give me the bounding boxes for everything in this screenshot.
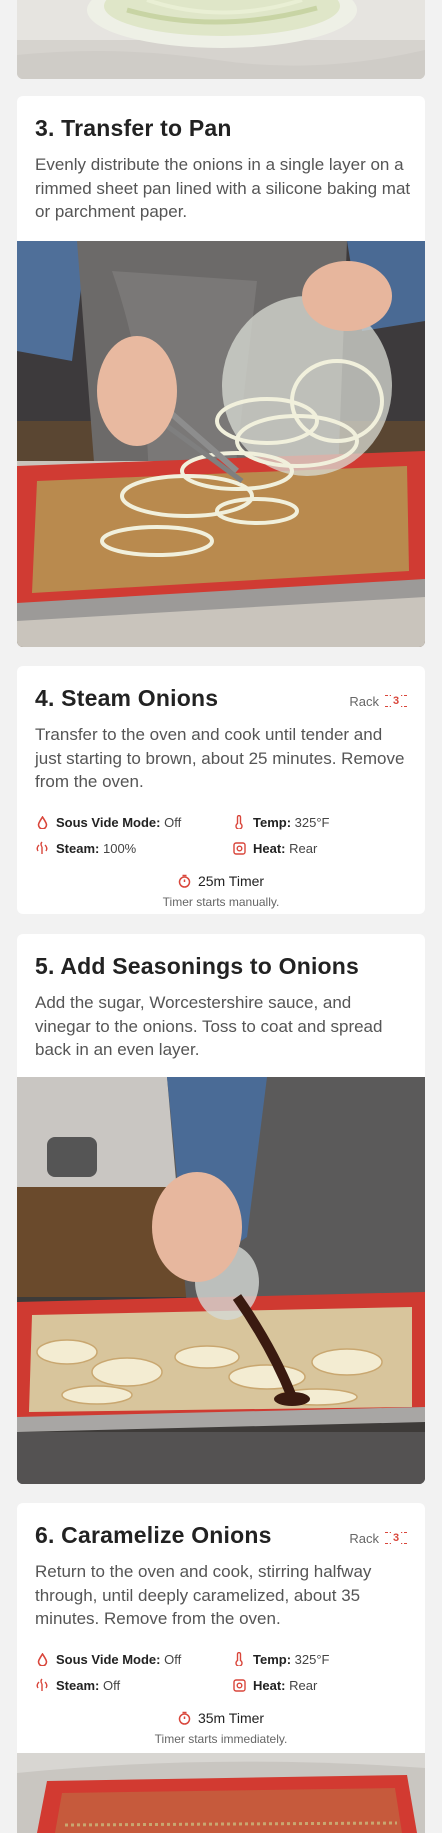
- pouring-sauce-photo: [17, 1077, 425, 1484]
- step-description: Transfer to the oven and cook until tend…: [35, 725, 405, 791]
- top-photo-card: [17, 0, 425, 79]
- timer-note: Timer starts immediately.: [154, 1732, 288, 1746]
- step-3-card: 3. Transfer to Pan Evenly distribute the…: [17, 96, 425, 647]
- step-title: 6. Caramelize Onions: [35, 1522, 272, 1548]
- step-description: Return to the oven and cook, stirring ha…: [35, 1562, 372, 1628]
- oven-settings: Sous Vide Mode: Off Temp: 325°F Steam: 1…: [35, 814, 415, 856]
- timer-block[interactable]: 25m Timer Timer starts manually.: [17, 873, 425, 909]
- heat-setting: Heat: Rear: [232, 1677, 415, 1693]
- stopwatch-icon: [178, 874, 192, 888]
- stopwatch-icon: [178, 1711, 192, 1725]
- step-title: 3. Transfer to Pan: [35, 115, 232, 141]
- step-title: 5. Add Seasonings to Onions: [35, 953, 360, 979]
- step-description: Evenly distribute the onions in a single…: [35, 155, 411, 221]
- step-title: 4. Steam Onions: [35, 685, 219, 711]
- onions-in-bowl-photo: [17, 0, 425, 79]
- step-description: Add the sugar, Worcestershire sauce, and…: [35, 993, 383, 1059]
- heat-setting: Heat: Rear: [232, 840, 415, 856]
- rack-indicator: Rack 3: [349, 692, 407, 710]
- sous-vide-setting: Sous Vide Mode: Off: [35, 1651, 232, 1667]
- rack-indicator: Rack 3: [349, 1529, 407, 1547]
- rack-label: Rack: [349, 1530, 379, 1546]
- steam-icon: [35, 841, 49, 855]
- onions-onto-sheet-pan-photo: [17, 241, 425, 647]
- timer-note: Timer starts manually.: [162, 895, 280, 909]
- heat-element-icon: [232, 1678, 246, 1692]
- timer-label[interactable]: 25m Timer: [198, 873, 264, 889]
- rack-label: Rack: [349, 693, 379, 709]
- water-drop-icon: [35, 815, 49, 829]
- sous-vide-setting: Sous Vide Mode: Off: [35, 814, 232, 830]
- step-5-card: 5. Add Seasonings to Onions Add the suga…: [17, 934, 425, 1484]
- steam-setting: Steam: 100%: [35, 840, 232, 856]
- temp-setting: Temp: 325°F: [232, 814, 415, 830]
- step-6-card: 6. Caramelize Onions Rack 3 Return to th…: [17, 1503, 425, 1833]
- steam-icon: [35, 1678, 49, 1692]
- steam-setting: Steam: Off: [35, 1677, 232, 1693]
- rack-position-icon: 3: [385, 692, 407, 710]
- water-drop-icon: [35, 1652, 49, 1666]
- step-4-card: 4. Steam Onions Rack 3 Transfer to the o…: [17, 666, 425, 914]
- rack-position-icon: 3: [385, 1529, 407, 1547]
- caramelized-onions-photo: [17, 1753, 425, 1833]
- temp-setting: Temp: 325°F: [232, 1651, 415, 1667]
- thermometer-icon: [232, 815, 246, 829]
- heat-element-icon: [232, 841, 246, 855]
- thermometer-icon: [232, 1652, 246, 1666]
- timer-block[interactable]: 35m Timer Timer starts immediately.: [17, 1710, 425, 1746]
- timer-label[interactable]: 35m Timer: [198, 1710, 264, 1726]
- oven-settings: Sous Vide Mode: Off Temp: 325°F Steam: O…: [35, 1651, 415, 1693]
